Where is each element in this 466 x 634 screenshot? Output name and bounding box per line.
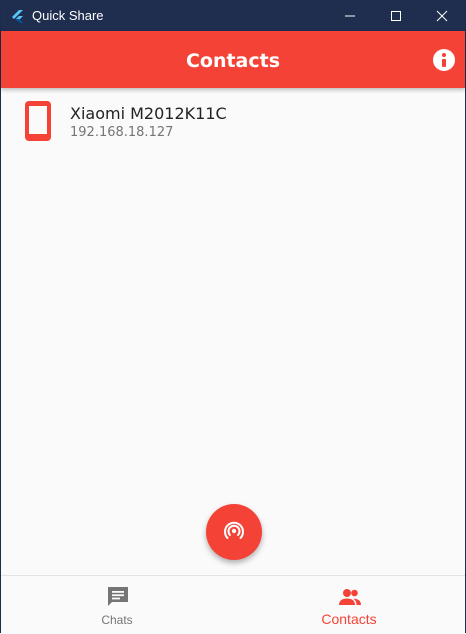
nav-item-chats[interactable]: Chats	[1, 576, 233, 634]
contact-ip-address: 192.168.18.127	[70, 125, 174, 140]
people-icon	[338, 585, 362, 609]
minimize-button[interactable]	[327, 1, 373, 31]
app-bar: Contacts	[1, 31, 465, 88]
chat-icon	[106, 585, 130, 609]
info-button[interactable]	[433, 49, 455, 71]
minimize-icon	[345, 15, 355, 17]
maximize-icon	[391, 11, 401, 21]
nav-item-contacts[interactable]: Contacts	[233, 576, 465, 634]
contact-name: Xiaomi M2012K11C	[70, 104, 227, 123]
flutter-logo-icon	[11, 9, 25, 23]
nav-label-chats: Chats	[101, 613, 133, 627]
broadcast-fab-button[interactable]	[206, 504, 262, 560]
title-bar: Quick Share	[1, 1, 465, 31]
window-title: Quick Share	[32, 8, 104, 23]
smartphone-icon	[25, 101, 51, 141]
maximize-button[interactable]	[373, 1, 419, 31]
close-button[interactable]	[419, 1, 465, 31]
bottom-navigation: Chats Contacts	[1, 575, 465, 634]
contact-list-item[interactable]: Xiaomi M2012K11C 192.168.18.127	[1, 91, 465, 153]
page-title: Contacts	[185, 50, 281, 72]
app-window: Quick Share Contacts Xiaomi M2012K11C 19…	[0, 0, 466, 634]
broadcast-icon	[224, 521, 244, 539]
close-icon	[436, 10, 448, 22]
nav-label-contacts: Contacts	[321, 611, 377, 627]
